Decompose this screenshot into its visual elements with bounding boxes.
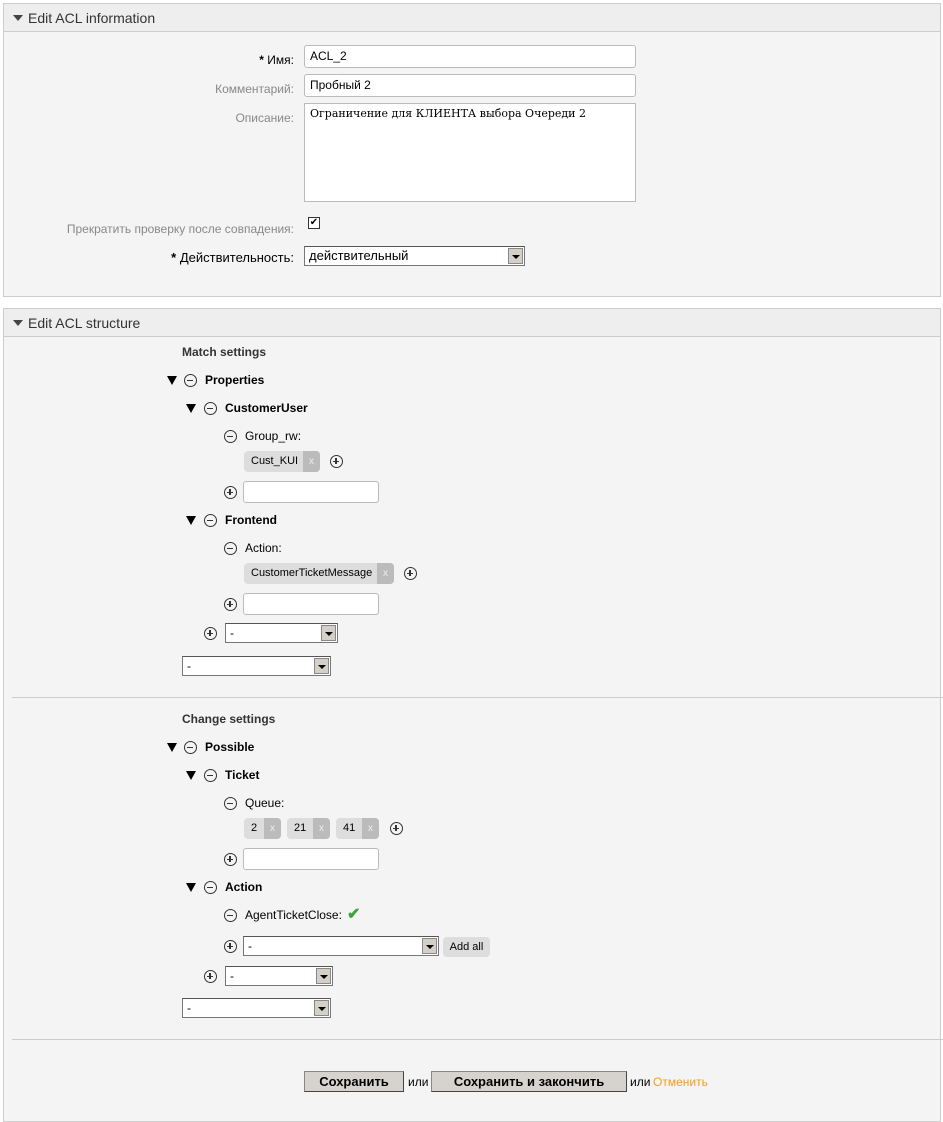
add-circle-icon[interactable] bbox=[204, 970, 217, 983]
expand-triangle-icon[interactable] bbox=[186, 404, 196, 413]
add-key-select[interactable]: - bbox=[225, 623, 338, 643]
chevron-down-icon bbox=[422, 938, 437, 954]
add-circle-icon[interactable] bbox=[330, 455, 343, 468]
expand-triangle-icon[interactable] bbox=[186, 771, 196, 780]
add-circle-icon[interactable] bbox=[204, 627, 217, 640]
add-key-select[interactable]: - bbox=[225, 966, 333, 986]
value-tag: CustomerTicketMessage x bbox=[244, 563, 394, 584]
remove-circle-icon[interactable] bbox=[184, 374, 197, 387]
close-icon[interactable]: x bbox=[313, 818, 330, 839]
close-icon[interactable]: x bbox=[377, 563, 394, 584]
tree-node-action: Action bbox=[225, 880, 263, 894]
acl-information-widget: Edit ACL information * Имя: ACL_2 Коммен… bbox=[3, 3, 941, 297]
tree-node-action: Action: bbox=[245, 541, 282, 555]
match-settings-title: Match settings bbox=[182, 345, 267, 359]
acl-structure-header[interactable]: Edit ACL structure bbox=[4, 309, 940, 337]
tree-node-ticket: Ticket bbox=[225, 768, 260, 782]
checkmark-icon: ✔ bbox=[347, 906, 361, 923]
stop-after-match-label: Прекратить проверку после совпадения: bbox=[66, 222, 294, 236]
value-tag: 21 x bbox=[287, 818, 330, 839]
description-textarea[interactable]: Ограничение для КЛИЕНТА выбора Очереди 2 bbox=[304, 103, 636, 202]
stop-after-match-checkbox[interactable]: ✔ bbox=[308, 217, 320, 229]
new-value-input[interactable] bbox=[243, 593, 379, 615]
new-value-input[interactable] bbox=[243, 481, 379, 503]
add-circle-icon[interactable] bbox=[404, 567, 417, 580]
acl-structure-widget: Edit ACL structure bbox=[3, 308, 941, 1122]
remove-circle-icon[interactable] bbox=[224, 430, 237, 443]
expand-triangle-icon[interactable] bbox=[186, 516, 196, 525]
name-label: * Имя: bbox=[259, 53, 294, 67]
collapse-triangle-icon bbox=[13, 320, 23, 326]
remove-circle-icon[interactable] bbox=[204, 514, 217, 527]
close-icon[interactable]: x bbox=[264, 818, 281, 839]
acl-information-header[interactable]: Edit ACL information bbox=[4, 4, 940, 32]
add-circle-icon[interactable] bbox=[224, 940, 237, 953]
add-circle-icon[interactable] bbox=[224, 853, 237, 866]
remove-circle-icon[interactable] bbox=[224, 797, 237, 810]
widget-title: Edit ACL information bbox=[28, 10, 156, 26]
remove-circle-icon[interactable] bbox=[204, 881, 217, 894]
save-button[interactable]: Сохранить bbox=[304, 1071, 404, 1092]
remove-circle-icon[interactable] bbox=[224, 909, 237, 922]
or-text: или bbox=[408, 1075, 429, 1089]
remove-circle-icon[interactable] bbox=[204, 402, 217, 415]
divider bbox=[12, 697, 943, 698]
add-all-button[interactable]: Add all bbox=[443, 937, 490, 957]
add-circle-icon[interactable] bbox=[224, 486, 237, 499]
expand-triangle-icon[interactable] bbox=[167, 743, 177, 752]
expand-triangle-icon[interactable] bbox=[167, 376, 177, 385]
change-settings-title: Change settings bbox=[182, 712, 276, 726]
validity-select[interactable]: действительный bbox=[304, 246, 525, 266]
add-circle-icon[interactable] bbox=[390, 822, 403, 835]
value-tag: Cust_KUI x bbox=[244, 451, 320, 472]
tree-node-queue: Queue: bbox=[245, 796, 285, 810]
cancel-link[interactable]: Отменить bbox=[653, 1075, 708, 1089]
chevron-down-icon bbox=[321, 625, 336, 641]
value-tag: 41 x bbox=[336, 818, 379, 839]
new-value-input[interactable] bbox=[243, 848, 379, 870]
description-label: Описание: bbox=[235, 111, 294, 125]
remove-circle-icon[interactable] bbox=[204, 769, 217, 782]
value-tag: 2x bbox=[244, 818, 281, 839]
close-icon[interactable]: x bbox=[303, 451, 320, 472]
chevron-down-icon bbox=[316, 968, 331, 984]
chevron-down-icon bbox=[508, 248, 523, 264]
widget-title: Edit ACL structure bbox=[28, 315, 141, 331]
remove-circle-icon[interactable] bbox=[224, 542, 237, 555]
chevron-down-icon bbox=[314, 1000, 329, 1016]
tree-node-properties: Properties bbox=[205, 373, 265, 387]
collapse-triangle-icon bbox=[13, 15, 23, 21]
tree-node-possible: Possible bbox=[205, 740, 255, 754]
comment-input[interactable]: Пробный 2 bbox=[304, 74, 636, 97]
divider bbox=[12, 1039, 943, 1040]
tree-node-customeruser: CustomerUser bbox=[225, 401, 308, 415]
validity-label: * Действительность: bbox=[171, 250, 294, 265]
save-and-finish-button[interactable]: Сохранить и закончить bbox=[431, 1071, 627, 1092]
remove-circle-icon[interactable] bbox=[184, 741, 197, 754]
add-section-select[interactable]: - bbox=[182, 998, 331, 1018]
close-icon[interactable]: x bbox=[362, 818, 379, 839]
tree-node-agentticketclose: AgentTicketClose: bbox=[245, 908, 342, 922]
chevron-down-icon bbox=[314, 658, 329, 674]
name-input[interactable]: ACL_2 bbox=[304, 45, 636, 68]
expand-triangle-icon[interactable] bbox=[186, 883, 196, 892]
or-text: или bbox=[630, 1075, 651, 1089]
add-circle-icon[interactable] bbox=[224, 598, 237, 611]
tree-node-group-rw: Group_rw: bbox=[245, 429, 302, 443]
comment-label: Комментарий: bbox=[215, 82, 294, 96]
tree-node-frontend: Frontend bbox=[225, 513, 277, 527]
add-action-select[interactable]: - bbox=[243, 936, 439, 956]
add-section-select[interactable]: - bbox=[182, 656, 331, 676]
